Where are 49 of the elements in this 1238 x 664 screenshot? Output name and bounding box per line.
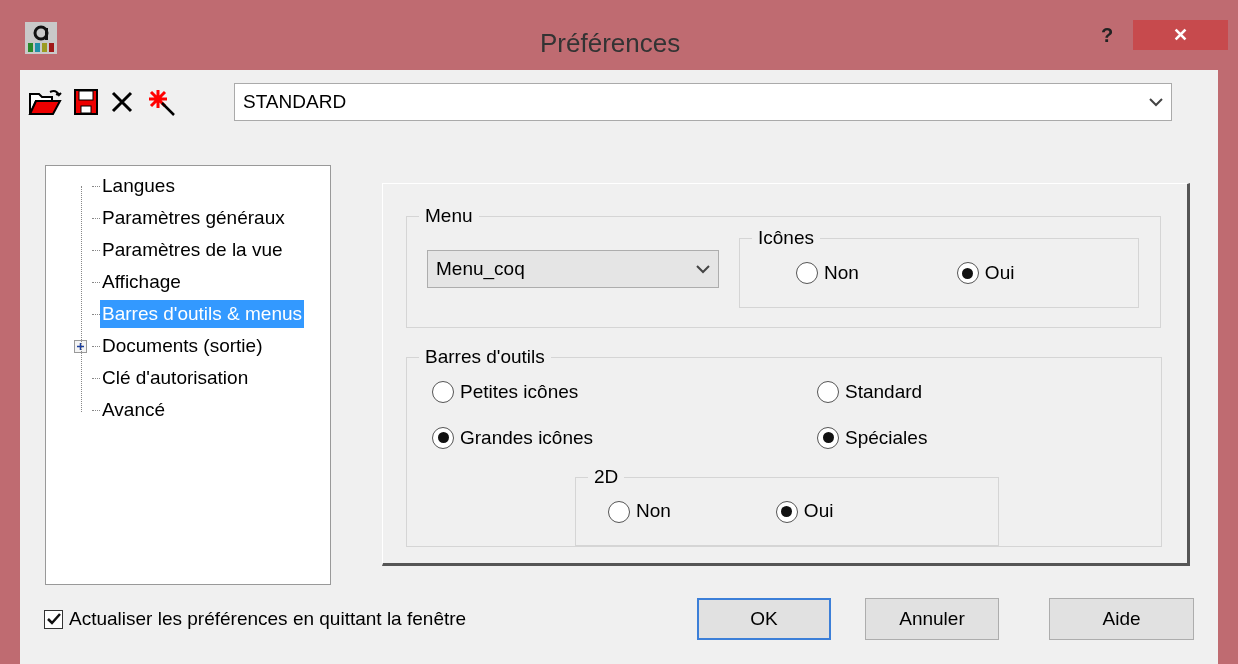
star-wand-icon[interactable] xyxy=(146,88,176,116)
radio-label: Non xyxy=(824,260,859,285)
radio-button[interactable] xyxy=(817,426,839,449)
save-icon[interactable] xyxy=(74,89,98,115)
dialog-button[interactable]: OK xyxy=(697,598,831,640)
tree-item[interactable]: Clé d'autorisation xyxy=(100,364,251,392)
radio-option[interactable]: Standard xyxy=(817,378,928,407)
radio-option[interactable]: Petites icônes xyxy=(432,378,817,407)
menu-dropdown[interactable]: Menu_coq xyxy=(427,250,719,288)
help-button[interactable]: ? xyxy=(1090,20,1124,48)
radio-label: Spéciales xyxy=(845,425,928,450)
chevron-down-icon xyxy=(696,264,710,274)
delete-icon[interactable] xyxy=(110,90,134,114)
checkbox-label: Actualiser les préférences en quittant la fenêtre xyxy=(69,606,467,631)
radio-option[interactable]: Non xyxy=(608,497,671,526)
radio-label: Non xyxy=(636,499,671,524)
tree-item[interactable]: Avancé xyxy=(100,396,168,424)
radio-button[interactable] xyxy=(432,426,454,449)
radio-option[interactable]: Oui xyxy=(775,497,834,526)
radio-button[interactable] xyxy=(432,381,454,404)
radio-option[interactable]: Oui xyxy=(956,258,1015,288)
update-option[interactable]: Actualiser les préférences en quittant la fenêtre xyxy=(44,604,684,634)
checkbox[interactable] xyxy=(44,609,63,629)
radio-label: Oui xyxy=(803,499,834,524)
tree-item[interactable]: Paramètres de la vue xyxy=(100,236,285,264)
radio-button[interactable] xyxy=(775,500,798,523)
radio-option[interactable]: Grandes icônes xyxy=(432,423,817,452)
radio-button[interactable] xyxy=(608,500,630,523)
radio-label: Oui xyxy=(984,260,1015,285)
profile-dropdown[interactable]: STANDARD xyxy=(234,83,1172,121)
chevron-down-icon xyxy=(1149,97,1163,107)
open-folder-icon[interactable] xyxy=(28,88,62,116)
radio-option[interactable]: Non xyxy=(796,258,859,288)
radio-label: Grandes icônes xyxy=(460,425,594,450)
radio-label: Standard xyxy=(845,380,923,404)
radio-button[interactable] xyxy=(796,262,818,284)
window-title: Préférences xyxy=(540,27,681,60)
close-button[interactable]: ✕ xyxy=(1133,20,1228,50)
tree-item[interactable]: Affichage xyxy=(100,268,183,296)
tree-item[interactable]: Paramètres généraux xyxy=(100,204,287,232)
dialog-button[interactable]: Annuler xyxy=(865,598,999,640)
app-icon xyxy=(25,22,57,54)
radio-label: Petites icônes xyxy=(460,380,579,404)
radio-button[interactable] xyxy=(956,262,979,284)
radio-option[interactable]: Spéciales xyxy=(817,423,928,452)
radio-button[interactable] xyxy=(817,381,839,404)
dialog-button[interactable]: Aide xyxy=(1049,598,1194,640)
tree-item[interactable]: Langues xyxy=(100,172,177,200)
tree-item[interactable]: Documents (sortie) xyxy=(100,332,265,360)
